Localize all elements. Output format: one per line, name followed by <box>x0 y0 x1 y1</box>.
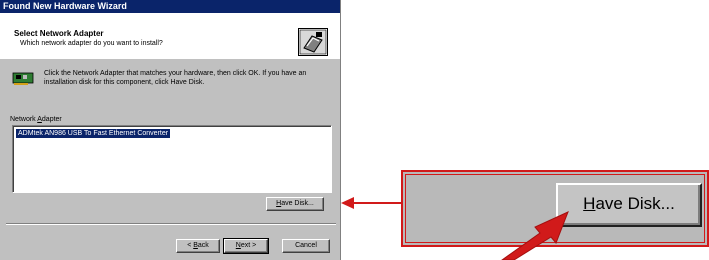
list-item-selected[interactable]: ADMtek AN986 USB To Fast Ethernet Conver… <box>16 129 171 138</box>
have-disk-button-zoomed: Have Disk... <box>556 183 702 227</box>
have-disk-callout: Have Disk... <box>401 170 709 247</box>
page-title: Select Network Adapter <box>14 29 104 38</box>
instruction-text: Click the Network Adapter that matches y… <box>44 70 307 86</box>
next-button[interactable]: Next > <box>223 238 269 254</box>
wizard-icon <box>298 28 328 56</box>
wizard-header: Select Network Adapter Which network ada… <box>0 13 340 59</box>
back-button[interactable]: < Back <box>176 239 220 253</box>
network-adapter-list[interactable]: ADMtek AN986 USB To Fast Ethernet Conver… <box>12 125 332 193</box>
page-subtitle: Which network adapter do you want to ins… <box>20 40 163 47</box>
have-disk-button[interactable]: Have Disk... <box>266 197 324 211</box>
cancel-button[interactable]: Cancel <box>282 239 330 253</box>
callout-pointer-arrowhead <box>341 197 354 209</box>
network-adapter-label: Network Adapter <box>10 116 62 123</box>
button-divider <box>6 223 336 225</box>
header-divider <box>0 58 340 59</box>
window-title: Found New Hardware Wizard <box>0 0 340 13</box>
wizard-dialog: Found New Hardware Wizard Select Network… <box>0 0 341 260</box>
network-card-icon <box>12 72 34 85</box>
